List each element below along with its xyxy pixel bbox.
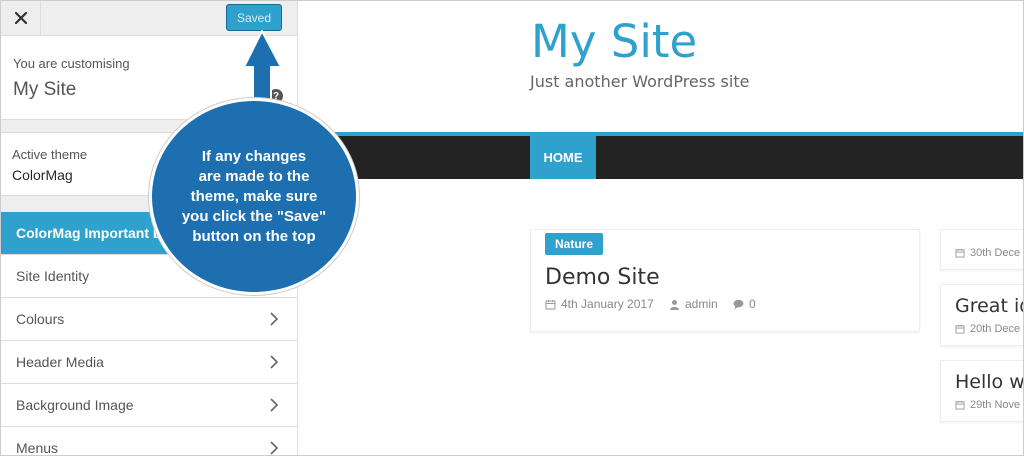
post-title[interactable]: Demo Site: [545, 265, 660, 290]
menu-item-label: Menus: [16, 440, 59, 456]
side-post-date: 29th Nove: [955, 399, 1020, 411]
category-tag[interactable]: Nature: [545, 233, 604, 255]
site-title[interactable]: My Site: [531, 15, 697, 68]
side-post-date: 30th Dece: [955, 247, 1020, 259]
post-author[interactable]: admin: [669, 297, 718, 311]
post-date[interactable]: 4th January 2017: [545, 297, 654, 311]
chevron-right-icon: [270, 355, 279, 369]
side-post-title[interactable]: Great ide: [955, 295, 1023, 317]
screenshot-frame: Saved You are customising My Site ? Acti…: [0, 0, 1024, 456]
menu-item-label: Colours: [16, 311, 65, 327]
post-author-text: admin: [685, 297, 718, 311]
menu-item-colours[interactable]: Colours: [1, 298, 297, 341]
callout-text: If any changes are made to the theme, ma…: [181, 147, 327, 245]
side-post-date-text: 29th Nove: [970, 399, 1021, 411]
saved-button[interactable]: Saved: [226, 4, 282, 31]
user-icon: [670, 299, 679, 310]
side-post-card: Great ide 20th Dece: [940, 284, 1023, 346]
menu-item-label: ColorMag Important Li: [16, 225, 166, 241]
calendar-icon: [545, 299, 556, 309]
menu-item-label: Site Identity: [16, 268, 90, 284]
side-post-date: 20th Dece: [955, 323, 1020, 335]
comment-icon: [733, 299, 744, 309]
close-icon: [14, 12, 27, 24]
calendar-icon: [955, 400, 965, 410]
site-preview: My Site Just another WordPress site HOME…: [299, 1, 1023, 455]
nav-home-link[interactable]: HOME: [530, 136, 596, 179]
menu-item-header-media[interactable]: Header Media: [1, 341, 297, 384]
menu-item-label: Background Image: [16, 397, 134, 413]
side-post-date-text: 30th Dece: [970, 247, 1021, 259]
side-post-card: Hello wo 29th Nove: [940, 360, 1023, 422]
customizer-header: Saved: [1, 1, 297, 36]
callout-bubble: If any changes are made to the theme, ma…: [149, 98, 359, 295]
post-date-text: 4th January 2017: [561, 297, 654, 311]
chevron-right-icon: [270, 441, 279, 455]
calendar-icon: [955, 248, 965, 258]
primary-navigation: HOME: [299, 136, 1023, 179]
menu-item-menus[interactable]: Menus: [1, 427, 297, 456]
side-post-card: 30th Dece: [940, 229, 1023, 270]
post-comments-count: 0: [749, 297, 756, 311]
side-post-title[interactable]: Hello wo: [955, 371, 1023, 393]
chevron-right-icon: [270, 398, 279, 412]
post-comments[interactable]: 0: [733, 297, 756, 311]
menu-item-label: Header Media: [16, 354, 104, 370]
site-tagline: Just another WordPress site: [530, 72, 750, 91]
post-card: Nature Demo Site 4th January 2017 admin …: [530, 229, 920, 332]
chevron-right-icon: [270, 312, 279, 326]
calendar-icon: [955, 324, 965, 334]
close-customizer-button[interactable]: [1, 1, 41, 35]
menu-item-background-image[interactable]: Background Image: [1, 384, 297, 427]
side-post-date-text: 20th Dece: [970, 323, 1021, 335]
customizing-label: You are customising: [13, 56, 130, 71]
